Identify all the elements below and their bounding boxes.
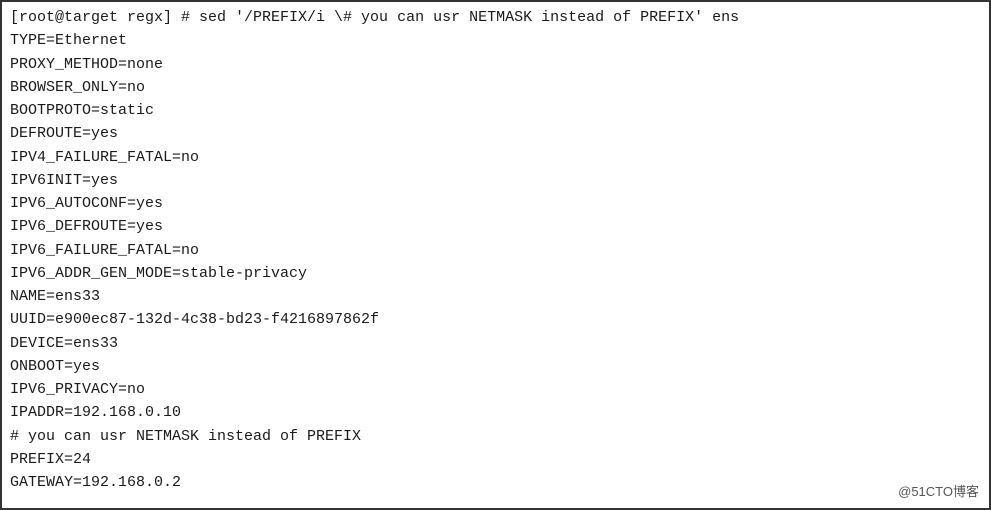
terminal-content: [root@target regx] # sed '/PREFIX/i \# y…	[2, 2, 989, 508]
terminal-line: NAME=ens33	[10, 285, 981, 308]
terminal-line: IPV6_FAILURE_FATAL=no	[10, 239, 981, 262]
terminal-line: ONBOOT=yes	[10, 355, 981, 378]
terminal-line: DEFROUTE=yes	[10, 122, 981, 145]
terminal-line: GATEWAY=192.168.0.2	[10, 471, 981, 494]
terminal-line: # you can usr NETMASK instead of PREFIX	[10, 425, 981, 448]
terminal-line: [root@target regx] # sed '/PREFIX/i \# y…	[10, 6, 981, 29]
terminal-window: [root@target regx] # sed '/PREFIX/i \# y…	[0, 0, 991, 510]
terminal-line: IPV6_DEFROUTE=yes	[10, 215, 981, 238]
terminal-line: IPV6_ADDR_GEN_MODE=stable-privacy	[10, 262, 981, 285]
terminal-line: IPADDR=192.168.0.10	[10, 401, 981, 424]
terminal-line: PROXY_METHOD=none	[10, 53, 981, 76]
terminal-line: BOOTPROTO=static	[10, 99, 981, 122]
terminal-line: PREFIX=24	[10, 448, 981, 471]
terminal-line: TYPE=Ethernet	[10, 29, 981, 52]
watermark: @51CTO博客	[898, 481, 979, 500]
terminal-line: IPV6_AUTOCONF=yes	[10, 192, 981, 215]
terminal-line: DEVICE=ens33	[10, 332, 981, 355]
terminal-line: IPV4_FAILURE_FATAL=no	[10, 146, 981, 169]
terminal-line: UUID=e900ec87-132d-4c38-bd23-f4216897862…	[10, 308, 981, 331]
terminal-line: IPV6_PRIVACY=no	[10, 378, 981, 401]
terminal-line: IPV6INIT=yes	[10, 169, 981, 192]
terminal-line: BROWSER_ONLY=no	[10, 76, 981, 99]
